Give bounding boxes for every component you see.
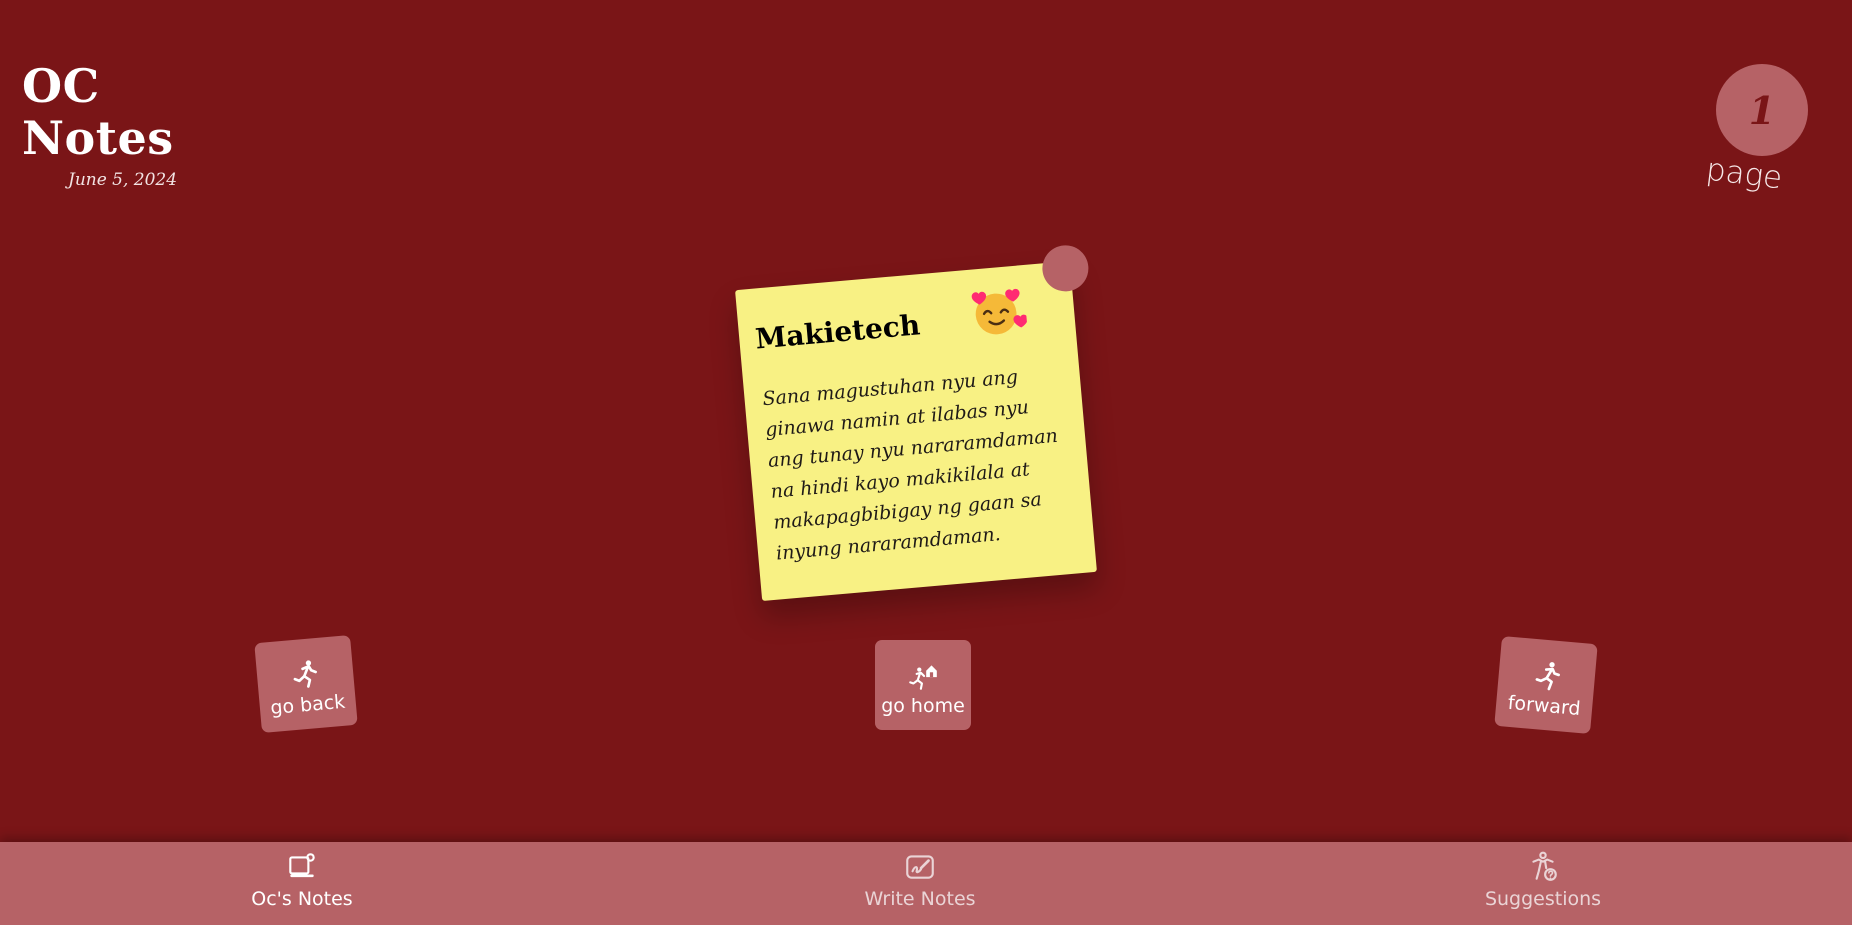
app-title: OC Notes — [22, 59, 174, 165]
bottom-nav-suggestions-label: Suggestions — [1484, 888, 1602, 910]
bottom-nav-oc-notes[interactable]: Oc's Notes — [212, 850, 392, 920]
bottom-nav-write-notes[interactable]: Write Notes — [830, 850, 1010, 920]
go-home-label: go home — [881, 695, 965, 717]
go-back-label: go back — [269, 690, 347, 720]
brand-header: OC Notes June 5, 2024 — [22, 60, 242, 190]
pin-icon — [1040, 243, 1091, 294]
bottom-nav-write-notes-label: Write Notes — [864, 888, 976, 910]
go-back-button[interactable]: go back — [254, 634, 358, 734]
page-indicator: 1 page — [1704, 64, 1816, 204]
app-date: June 5, 2024 — [68, 170, 178, 190]
note-body: Sana magustuhan nyu ang ginawa namin at … — [761, 365, 1059, 565]
page-label: page — [1704, 151, 1785, 197]
running-home-icon — [909, 665, 937, 690]
notes-box-icon — [289, 853, 315, 878]
forward-button[interactable]: forward — [1494, 635, 1598, 735]
smiling-face-with-hearts-icon — [971, 288, 1028, 335]
bottom-nav-suggestions[interactable]: Suggestions — [1453, 850, 1633, 920]
bottom-nav-oc-notes-label: Oc's Notes — [251, 888, 353, 910]
bottom-navigation: Oc's Notes Write Notes Suggestions — [0, 842, 1852, 925]
running-person-icon — [293, 660, 317, 688]
page-circle: 1 — [1716, 64, 1808, 156]
go-home-button[interactable]: go home — [875, 640, 971, 730]
note-title: Makietech — [753, 308, 922, 356]
running-forward-icon — [1535, 662, 1560, 691]
forward-label: forward — [1506, 691, 1582, 721]
page-number: 1 — [1748, 87, 1776, 133]
sticky-note[interactable]: Makietech Sana magustuhan nyu ang ginawa… — [735, 243, 1097, 602]
write-notes-icon — [906, 855, 934, 879]
suggestions-icon — [1532, 851, 1557, 881]
